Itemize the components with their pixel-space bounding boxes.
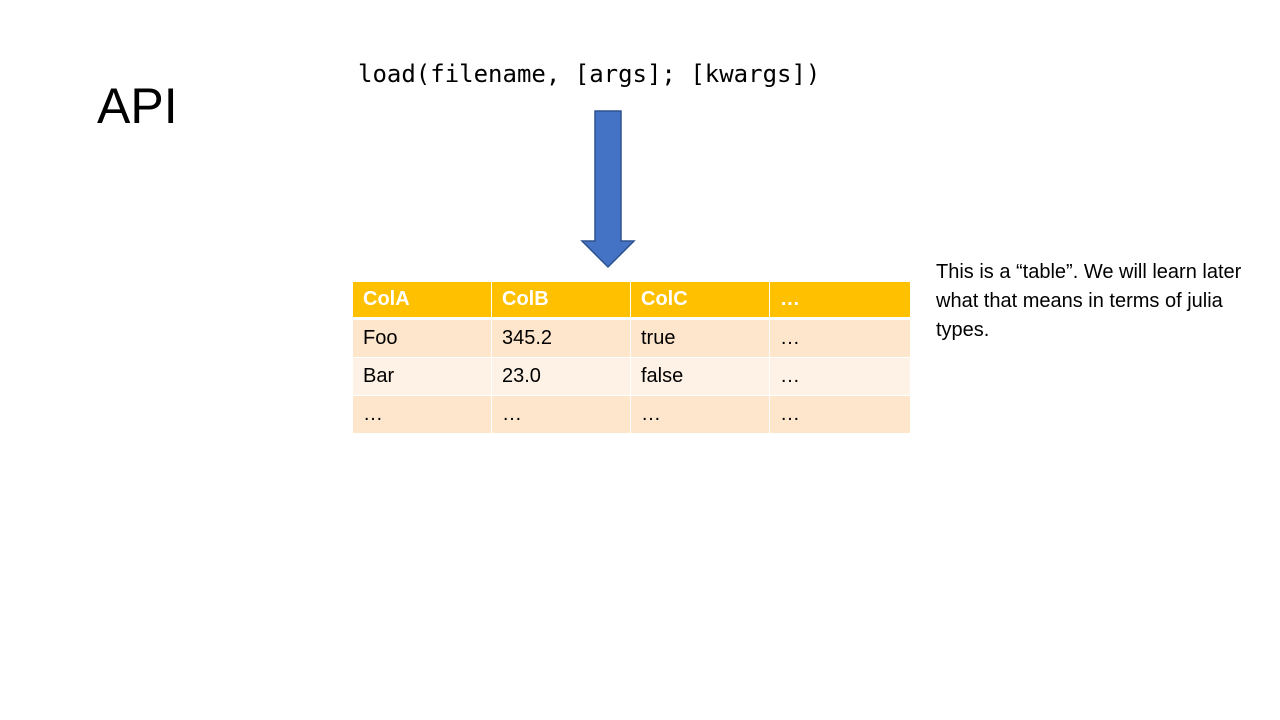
table-header-row: ColA ColB ColC … [353, 282, 910, 320]
example-table: ColA ColB ColC … Foo 345.2 true … Bar 23… [353, 282, 910, 434]
table-row: Foo 345.2 true … [353, 320, 910, 358]
table-cell: true [631, 320, 770, 358]
table-cell: … [770, 396, 910, 434]
table-row: Bar 23.0 false … [353, 358, 910, 396]
table-row: … … … … [353, 396, 910, 434]
table-cell: 23.0 [492, 358, 631, 396]
table-cell: Foo [353, 320, 492, 358]
table-cell: … [631, 396, 770, 434]
column-header: ColA [353, 282, 492, 320]
table-cell: Bar [353, 358, 492, 396]
table-cell: … [770, 358, 910, 396]
table-cell: … [770, 320, 910, 358]
down-arrow-icon [580, 110, 636, 269]
table-cell: … [353, 396, 492, 434]
column-header: ColC [631, 282, 770, 320]
column-header: … [770, 282, 910, 320]
function-signature: load(filename, [args]; [kwargs]) [358, 60, 821, 88]
table-cell: … [492, 396, 631, 434]
slide: API load(filename, [args]; [kwargs]) Col… [0, 0, 1280, 720]
down-arrow-shape [580, 110, 636, 269]
table-cell: 345.2 [492, 320, 631, 358]
table-cell: false [631, 358, 770, 396]
slide-title: API [97, 78, 178, 134]
column-header: ColB [492, 282, 631, 320]
table-explanation-note: This is a “table”. We will learn later w… [936, 261, 1242, 341]
